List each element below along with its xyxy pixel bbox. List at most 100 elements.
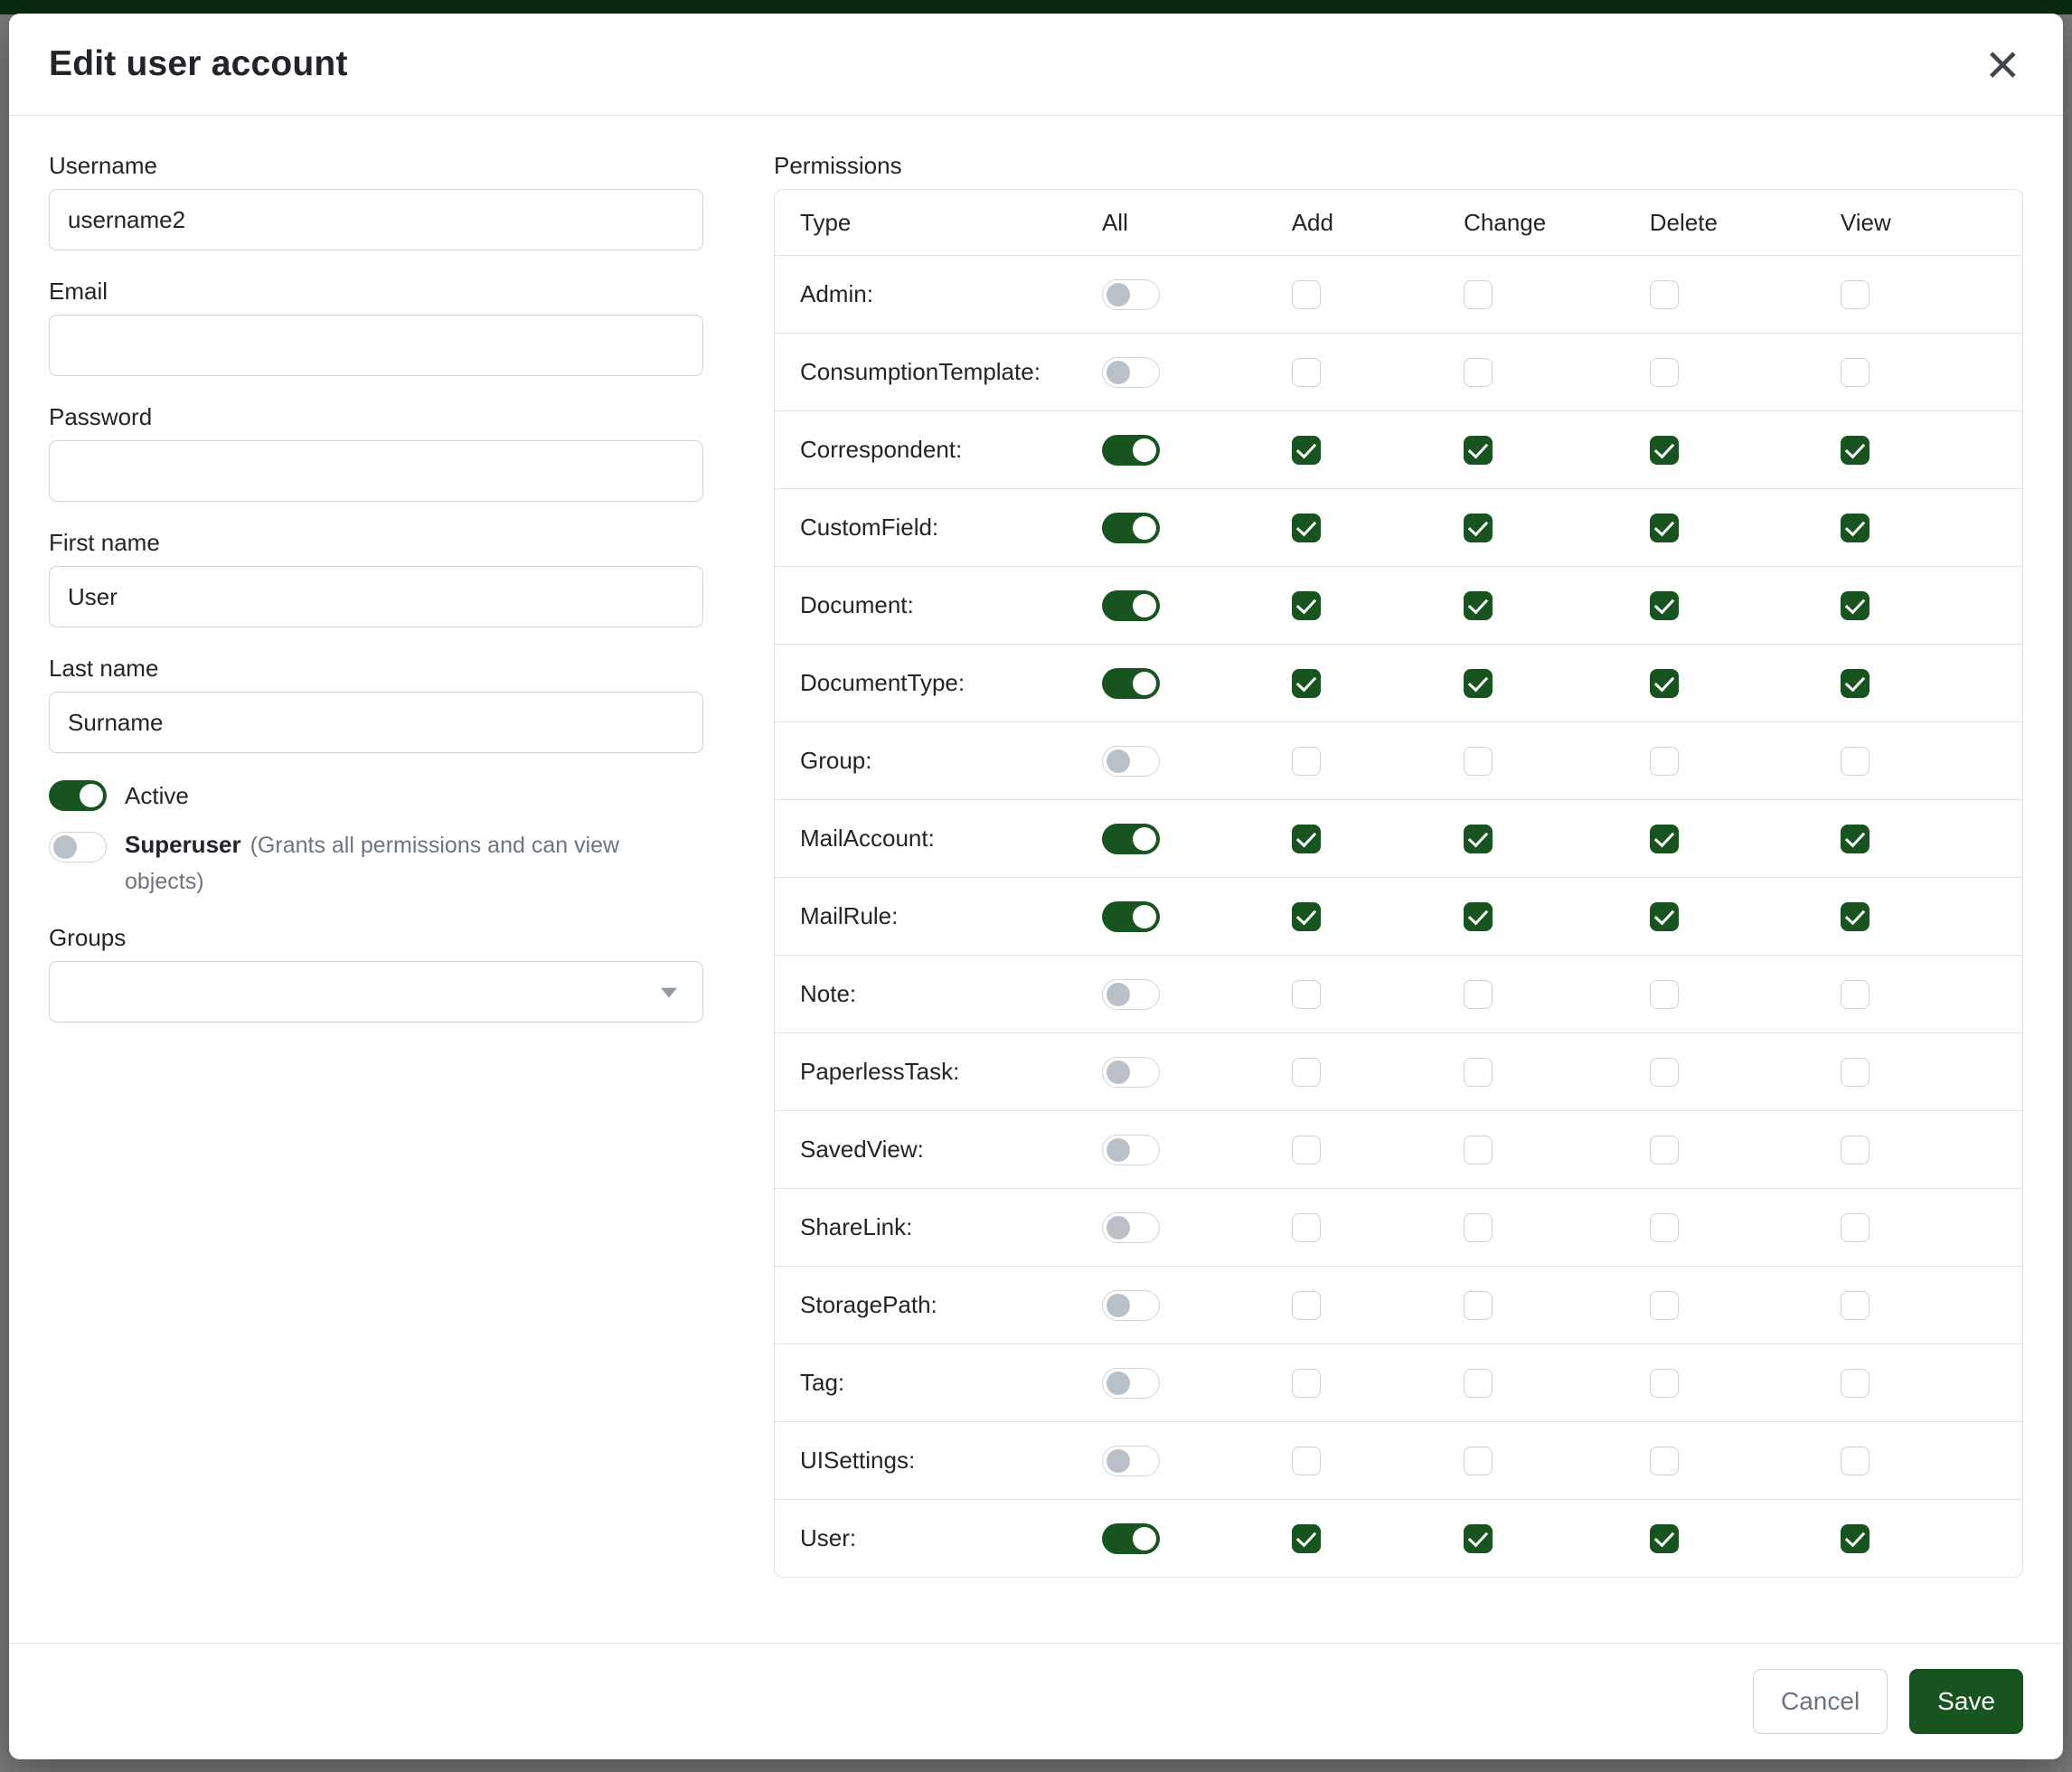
permission-change-checkbox[interactable] (1464, 514, 1493, 542)
permission-add-checkbox[interactable] (1292, 280, 1321, 309)
save-button[interactable]: Save (1909, 1669, 2023, 1734)
groups-select[interactable] (49, 961, 703, 1023)
permission-delete-checkbox[interactable] (1650, 1291, 1679, 1320)
permission-add-checkbox[interactable] (1292, 514, 1321, 542)
permission-all-toggle[interactable] (1102, 824, 1160, 854)
permission-delete-checkbox[interactable] (1650, 1447, 1679, 1475)
superuser-toggle[interactable] (49, 832, 107, 862)
permission-change-checkbox[interactable] (1464, 747, 1493, 776)
permission-delete-checkbox[interactable] (1650, 436, 1679, 465)
toggle-knob (1107, 283, 1130, 306)
permission-add-checkbox[interactable] (1292, 591, 1321, 620)
permission-delete-checkbox[interactable] (1650, 747, 1679, 776)
permission-change-checkbox[interactable] (1464, 280, 1493, 309)
permission-change-checkbox[interactable] (1464, 358, 1493, 387)
permission-change-checkbox[interactable] (1464, 1136, 1493, 1164)
permission-add-checkbox[interactable] (1292, 669, 1321, 698)
permission-all-toggle[interactable] (1102, 901, 1160, 932)
permission-add-checkbox[interactable] (1292, 436, 1321, 465)
permission-view-checkbox[interactable] (1841, 1447, 1870, 1475)
permission-view-checkbox[interactable] (1841, 1369, 1870, 1398)
permission-add-checkbox[interactable] (1292, 825, 1321, 853)
permission-change-checkbox[interactable] (1464, 902, 1493, 931)
permission-all-toggle[interactable] (1102, 979, 1160, 1010)
last-name-input[interactable] (49, 692, 703, 753)
permission-delete-checkbox[interactable] (1650, 591, 1679, 620)
permission-view-checkbox[interactable] (1841, 902, 1870, 931)
permission-delete-checkbox[interactable] (1650, 902, 1679, 931)
permission-change-checkbox[interactable] (1464, 1369, 1493, 1398)
permission-all-toggle[interactable] (1102, 1446, 1160, 1476)
permission-add-checkbox[interactable] (1292, 1213, 1321, 1242)
permission-view-checkbox[interactable] (1841, 591, 1870, 620)
permission-view-checkbox[interactable] (1841, 514, 1870, 542)
active-toggle[interactable] (49, 780, 107, 811)
permission-change-checkbox[interactable] (1464, 1524, 1493, 1553)
permission-add-checkbox[interactable] (1292, 1447, 1321, 1475)
permission-view-checkbox[interactable] (1841, 669, 1870, 698)
dialog-title: Edit user account (49, 44, 348, 84)
permission-add-checkbox[interactable] (1292, 1058, 1321, 1087)
permission-delete-checkbox[interactable] (1650, 1524, 1679, 1553)
permission-delete-checkbox[interactable] (1650, 1213, 1679, 1242)
permission-change-checkbox[interactable] (1464, 1291, 1493, 1320)
password-input[interactable] (49, 440, 703, 502)
permission-add-checkbox[interactable] (1292, 902, 1321, 931)
permission-add-checkbox[interactable] (1292, 1369, 1321, 1398)
permission-change-checkbox[interactable] (1464, 980, 1493, 1009)
permission-all-toggle[interactable] (1102, 513, 1160, 543)
permission-add-checkbox[interactable] (1292, 358, 1321, 387)
permission-change-checkbox[interactable] (1464, 1213, 1493, 1242)
permission-change-checkbox[interactable] (1464, 825, 1493, 853)
permission-delete-checkbox[interactable] (1650, 669, 1679, 698)
permission-type-label: Correspondent: (775, 411, 1077, 488)
permission-all-toggle[interactable] (1102, 1057, 1160, 1088)
permission-view-checkbox[interactable] (1841, 1136, 1870, 1164)
permission-type-label: CustomField: (775, 489, 1077, 566)
permission-delete-checkbox[interactable] (1650, 358, 1679, 387)
permission-change-checkbox[interactable] (1464, 436, 1493, 465)
permission-delete-checkbox[interactable] (1650, 1058, 1679, 1087)
permission-add-checkbox[interactable] (1292, 1136, 1321, 1164)
username-input[interactable] (49, 189, 703, 250)
permission-view-checkbox[interactable] (1841, 358, 1870, 387)
permission-add-checkbox[interactable] (1292, 747, 1321, 776)
permission-delete-checkbox[interactable] (1650, 1136, 1679, 1164)
permission-add-checkbox[interactable] (1292, 1524, 1321, 1553)
permission-view-checkbox[interactable] (1841, 825, 1870, 853)
first-name-input[interactable] (49, 566, 703, 627)
close-icon[interactable]: × (1983, 47, 2023, 81)
permission-change-checkbox[interactable] (1464, 1058, 1493, 1087)
permission-view-checkbox[interactable] (1841, 747, 1870, 776)
permission-delete-checkbox[interactable] (1650, 1369, 1679, 1398)
permission-all-toggle[interactable] (1102, 1212, 1160, 1243)
permission-delete-checkbox[interactable] (1650, 825, 1679, 853)
email-input[interactable] (49, 315, 703, 376)
permission-view-checkbox[interactable] (1841, 436, 1870, 465)
permission-all-toggle[interactable] (1102, 279, 1160, 310)
permission-change-checkbox[interactable] (1464, 1447, 1493, 1475)
permission-view-checkbox[interactable] (1841, 980, 1870, 1009)
permission-delete-checkbox[interactable] (1650, 514, 1679, 542)
permission-all-toggle[interactable] (1102, 746, 1160, 777)
permission-view-checkbox[interactable] (1841, 1291, 1870, 1320)
permission-all-toggle[interactable] (1102, 1368, 1160, 1399)
cancel-button[interactable]: Cancel (1753, 1669, 1888, 1734)
permission-all-toggle[interactable] (1102, 357, 1160, 388)
permission-all-toggle[interactable] (1102, 668, 1160, 699)
permission-view-checkbox[interactable] (1841, 280, 1870, 309)
permission-delete-checkbox[interactable] (1650, 980, 1679, 1009)
permission-all-toggle[interactable] (1102, 1135, 1160, 1165)
permission-all-toggle[interactable] (1102, 1290, 1160, 1321)
permission-view-checkbox[interactable] (1841, 1524, 1870, 1553)
permission-all-toggle[interactable] (1102, 435, 1160, 466)
permission-view-checkbox[interactable] (1841, 1213, 1870, 1242)
permission-all-toggle[interactable] (1102, 1523, 1160, 1554)
permission-all-toggle[interactable] (1102, 590, 1160, 621)
permission-view-checkbox[interactable] (1841, 1058, 1870, 1087)
permission-change-checkbox[interactable] (1464, 591, 1493, 620)
permission-add-checkbox[interactable] (1292, 980, 1321, 1009)
permission-change-checkbox[interactable] (1464, 669, 1493, 698)
permission-delete-checkbox[interactable] (1650, 280, 1679, 309)
permission-add-checkbox[interactable] (1292, 1291, 1321, 1320)
